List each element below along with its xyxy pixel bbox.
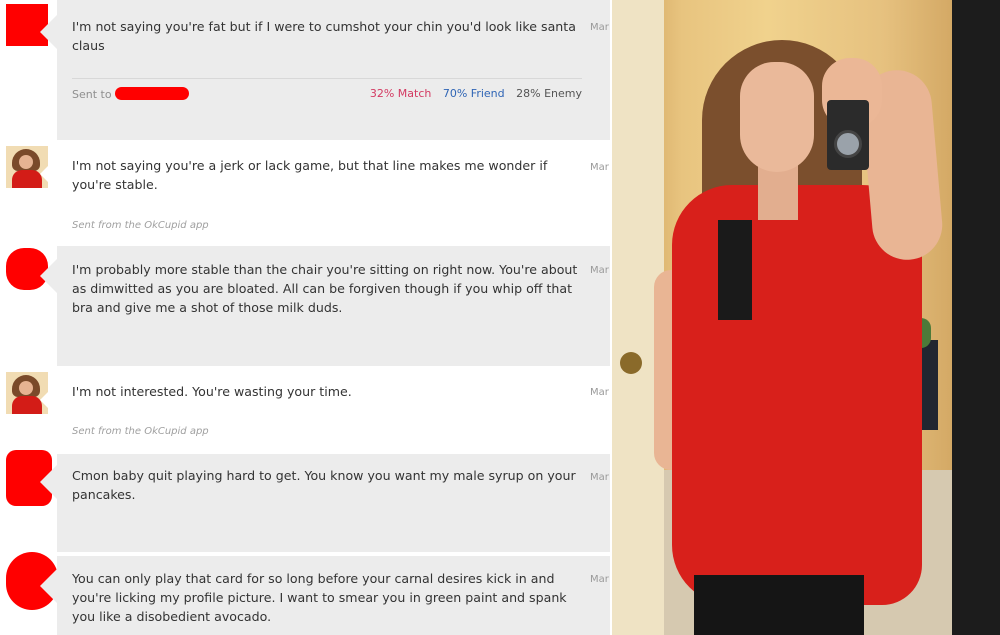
bubble-tail: [40, 14, 58, 50]
sent-from-app: Sent from the OkCupid app: [72, 220, 209, 231]
bubble-tail: [40, 382, 58, 418]
sent-to-label: Sent to: [72, 88, 112, 101]
message-thread: I'm not saying you're fat but if I were …: [0, 0, 610, 635]
match-percent: 32% Match: [369, 87, 432, 100]
message-item: I'm probably more stable than the chair …: [0, 244, 610, 368]
message-date: Mar: [590, 22, 609, 33]
message-item: I'm not saying you're a jerk or lack gam…: [0, 142, 610, 244]
avatar-photo-dress: [12, 170, 42, 188]
message-text: I'm probably more stable than the chair …: [72, 262, 578, 315]
message-date: Mar: [590, 574, 609, 585]
photo-legs: [694, 575, 864, 635]
bubble-tail: [40, 464, 58, 500]
message-bubble: I'm not interested. You're wasting your …: [57, 370, 610, 450]
avatar-photo-dress: [12, 396, 42, 414]
message-text: I'm not saying you're a jerk or lack gam…: [72, 158, 548, 192]
message-item: You can only play that card for so long …: [0, 552, 610, 635]
message-text: I'm not interested. You're wasting your …: [72, 384, 352, 399]
avatar-photo-face: [19, 155, 33, 169]
bubble-tail: [40, 568, 58, 604]
camera-lens: [834, 130, 862, 158]
match-stats: 32% Match 70% Friend 28% Enemy: [370, 87, 582, 100]
message-bubble: I'm probably more stable than the chair …: [57, 246, 610, 366]
avatar-photo-face: [19, 381, 33, 395]
friend-percent: 70% Friend: [442, 87, 505, 100]
message-date: Mar: [590, 387, 609, 398]
message-bubble: You can only play that card for so long …: [57, 556, 610, 635]
message-item: Cmon baby quit playing hard to get. You …: [0, 450, 610, 552]
message-date: Mar: [590, 162, 609, 173]
enemy-percent: 28% Enemy: [516, 87, 582, 100]
photo-face: [740, 62, 814, 172]
photo-doorknob: [620, 352, 642, 374]
sent-to-row: Sent to 32% Match 70% Friend 28% Enemy: [72, 78, 582, 101]
message-text: Cmon baby quit playing hard to get. You …: [72, 468, 576, 502]
message-item: I'm not saying you're fat but if I were …: [0, 0, 610, 142]
message-date: Mar: [590, 265, 609, 276]
message-bubble: I'm not saying you're fat but if I were …: [57, 0, 610, 140]
message-date: Mar: [590, 472, 609, 483]
bubble-tail: [40, 156, 58, 192]
photo-dress-neckline: [718, 220, 752, 320]
bubble-tail: [40, 258, 58, 294]
message-text: You can only play that card for so long …: [72, 571, 567, 624]
photo-mirror-frame: [952, 0, 1000, 635]
message-bubble: I'm not saying you're a jerk or lack gam…: [57, 146, 610, 244]
profile-photo: [612, 0, 1000, 635]
redacted-username[interactable]: [115, 87, 190, 100]
message-bubble: Cmon baby quit playing hard to get. You …: [57, 454, 610, 552]
message-item: I'm not interested. You're wasting your …: [0, 368, 610, 450]
sent-from-app: Sent from the OkCupid app: [72, 426, 209, 437]
message-text: I'm not saying you're fat but if I were …: [72, 19, 576, 53]
